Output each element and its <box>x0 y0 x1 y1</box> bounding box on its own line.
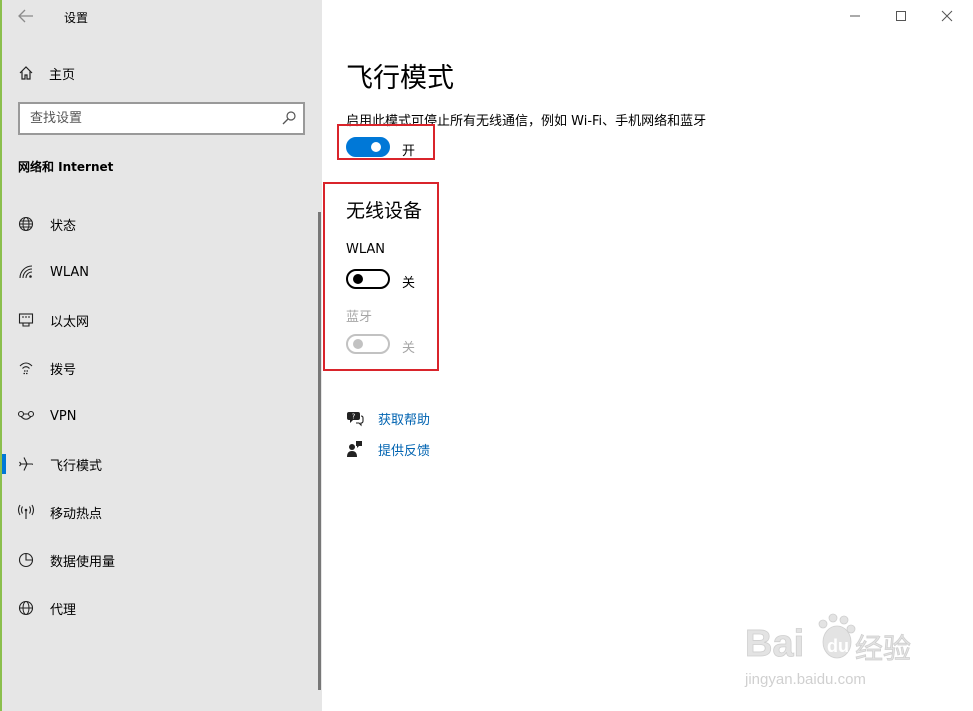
back-arrow-icon <box>18 9 33 23</box>
svg-text:经验: 经验 <box>855 632 911 665</box>
bluetooth-toggle <box>346 334 390 354</box>
page-title: 飞行模式 <box>346 63 454 94</box>
wireless-devices-title: 无线设备 <box>346 200 423 222</box>
section-title: 网络和 Internet <box>18 160 114 174</box>
get-help-link-row[interactable]: ? 获取帮助 <box>346 408 430 428</box>
get-help-link[interactable]: 获取帮助 <box>378 409 430 428</box>
toggle-knob <box>353 339 363 349</box>
sidebar-item-label: 拨号 <box>50 362 77 378</box>
feedback-link-row[interactable]: 提供反馈 <box>346 439 430 459</box>
svg-text:?: ? <box>352 413 356 421</box>
airplane-toggle-state: 开 <box>402 144 416 159</box>
app-title: 设置 <box>64 11 89 25</box>
toggle-knob <box>353 274 363 284</box>
maximize-button[interactable] <box>878 0 924 32</box>
sidebar-item-label: WLAN <box>50 264 90 280</box>
sidebar-item-ethernet[interactable]: 以太网 <box>0 300 318 340</box>
sidebar-item-hotspot[interactable]: 移动热点 <box>0 492 318 532</box>
sidebar-item-label: 移动热点 <box>50 506 103 522</box>
wifi-icon <box>17 263 35 281</box>
sidebar-item-label: VPN <box>50 408 77 424</box>
ethernet-icon <box>17 311 35 329</box>
sidebar-item-airplane[interactable]: 飞行模式 <box>0 444 318 484</box>
sidebar-item-status[interactable]: 状态 <box>0 204 318 244</box>
home-icon <box>19 66 33 80</box>
wlan-toggle[interactable] <box>346 269 390 289</box>
sidebar-item-wlan[interactable]: WLAN <box>0 252 318 292</box>
bluetooth-label: 蓝牙 <box>346 310 373 325</box>
globe-status-icon <box>17 215 35 233</box>
airplane-mode-toggle[interactable] <box>346 137 390 157</box>
selection-indicator <box>2 454 6 474</box>
help-chat-icon: ? <box>347 412 364 427</box>
wlan-label: WLAN <box>346 242 386 257</box>
maximize-icon <box>896 11 906 21</box>
data-usage-icon <box>17 551 35 569</box>
svg-text:Bai: Bai <box>745 623 804 665</box>
feedback-link[interactable]: 提供反馈 <box>378 440 430 459</box>
sidebar-scrollbar[interactable] <box>318 212 321 690</box>
svg-text:du: du <box>827 636 849 656</box>
hotspot-icon <box>17 503 35 521</box>
sidebar-item-label: 状态 <box>50 218 77 234</box>
airplane-icon <box>17 455 35 473</box>
home-label: 主页 <box>49 67 76 83</box>
bluetooth-toggle-state: 关 <box>402 341 416 356</box>
globe-proxy-icon <box>17 599 35 617</box>
sidebar: 设置 主页 网络和 Internet 状态 WLAN <box>0 0 322 711</box>
minimize-icon <box>850 15 860 17</box>
sidebar-item-vpn[interactable]: VPN <box>0 396 318 436</box>
svg-text:jingyan.baidu.com: jingyan.baidu.com <box>744 671 866 688</box>
feedback-icon <box>347 441 362 457</box>
sidebar-item-label: 数据使用量 <box>50 554 116 570</box>
sidebar-item-proxy[interactable]: 代理 <box>0 588 318 628</box>
search-box[interactable] <box>18 102 305 135</box>
sidebar-item-data-usage[interactable]: 数据使用量 <box>0 540 318 580</box>
close-icon <box>941 10 953 22</box>
sidebar-item-dialup[interactable]: 拨号 <box>0 348 318 388</box>
wlan-toggle-state: 关 <box>402 276 416 291</box>
sidebar-item-label: 以太网 <box>50 314 90 330</box>
search-input[interactable] <box>20 104 260 133</box>
back-button[interactable] <box>12 3 40 29</box>
dialup-icon <box>17 359 35 377</box>
vpn-icon <box>17 407 35 425</box>
close-button[interactable] <box>924 0 970 32</box>
sidebar-item-label: 代理 <box>50 602 77 618</box>
minimize-button[interactable] <box>832 0 878 32</box>
baidu-jingyan-watermark: Bai du 经验 jingyan.baidu.com <box>743 604 923 694</box>
toggle-knob <box>371 142 381 152</box>
home-nav-item[interactable]: 主页 <box>18 62 75 84</box>
search-icon[interactable] <box>281 110 297 130</box>
sidebar-item-label: 飞行模式 <box>50 458 103 474</box>
